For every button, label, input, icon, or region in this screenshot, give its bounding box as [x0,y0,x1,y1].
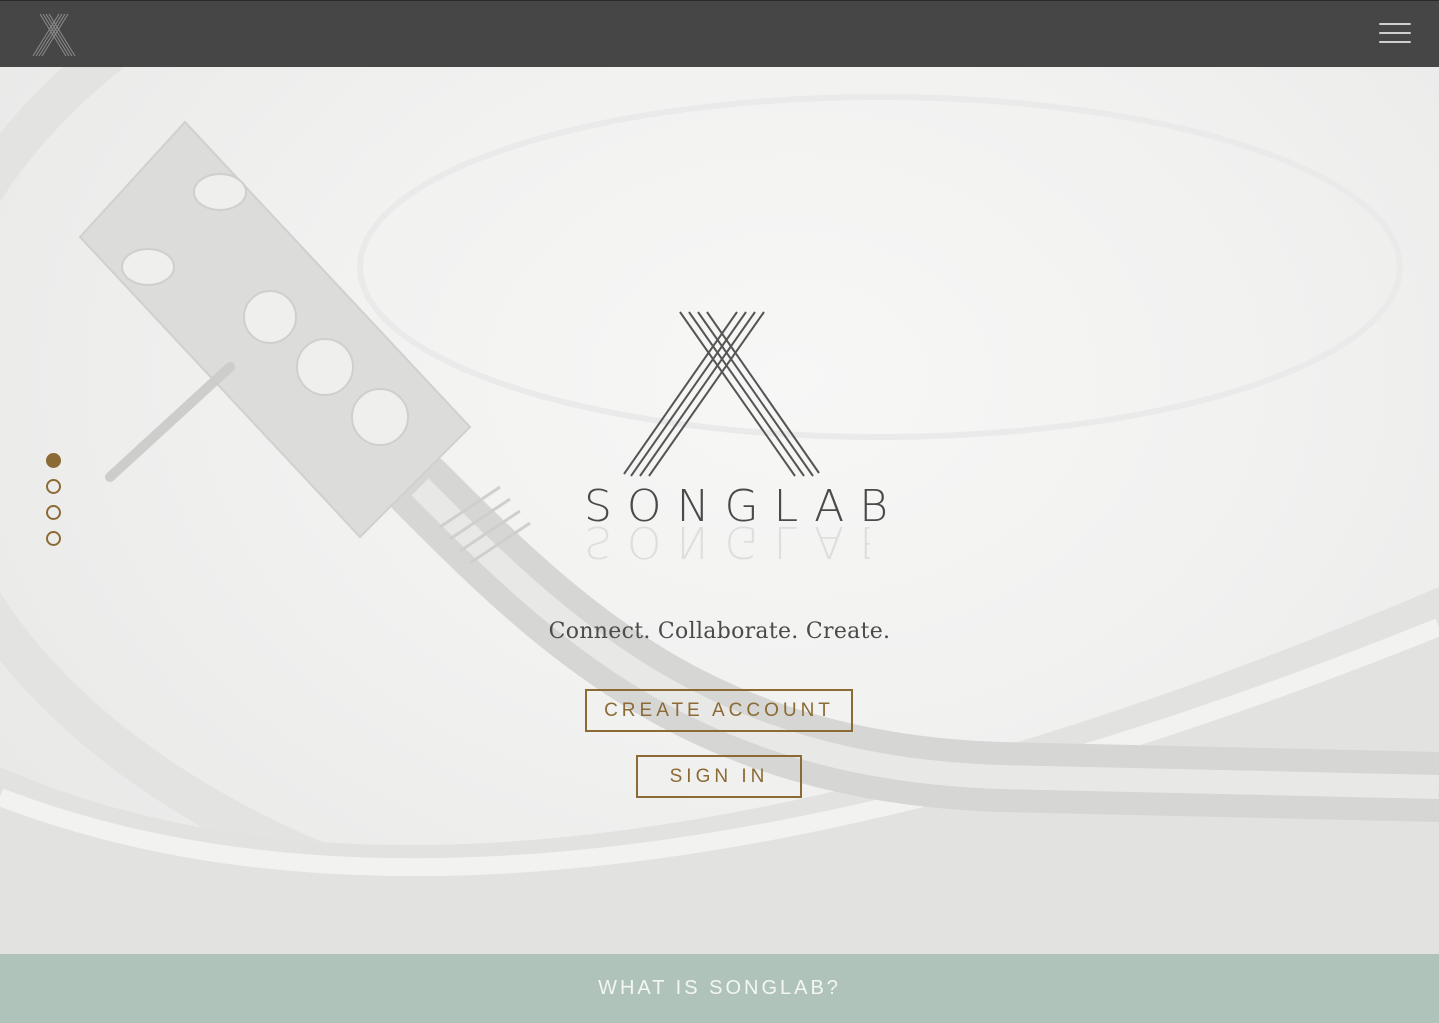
hero-tagline: Connect. Collaborate. Create. [548,619,891,644]
slide-pagination [46,453,62,557]
songlab-logo-icon[interactable] [28,13,80,57]
slide-dot-2[interactable] [46,479,61,494]
sign-in-button[interactable]: SIGN IN [636,755,802,798]
menu-line [1379,41,1411,43]
menu-line [1379,32,1411,34]
what-is-songlab-bar[interactable]: WHAT IS SONGLAB? [0,954,1439,1023]
slide-dot-1[interactable] [46,453,61,468]
menu-line [1379,23,1411,25]
hamburger-menu-icon[interactable] [1379,23,1411,47]
what-is-songlab-link[interactable]: WHAT IS SONGLAB? [0,954,1439,1023]
slide-dot-4[interactable] [46,531,61,546]
create-account-button[interactable]: CREATE ACCOUNT [585,689,853,732]
top-nav-bar [0,0,1439,67]
songlab-brand-mark-icon [623,311,820,477]
hero-section: SONGLAB SONGLAB Connect. Collaborate. Cr… [0,67,1439,954]
slide-dot-3[interactable] [46,505,61,520]
songlab-wordmark-reflection: SONGLAB [584,525,870,567]
